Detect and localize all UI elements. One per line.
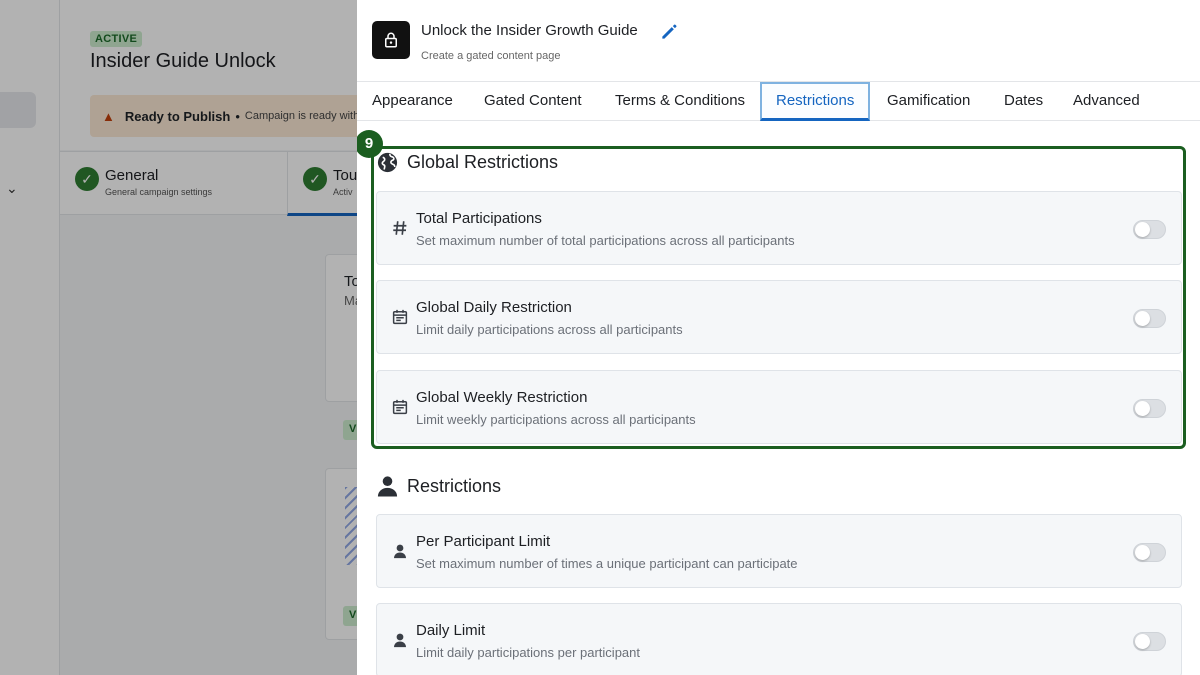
total-participations-toggle[interactable]: [1133, 220, 1166, 239]
restriction-row-per-participant: Per Participant Limit Set maximum number…: [376, 514, 1182, 588]
tab-terms-conditions[interactable]: Terms & Conditions: [615, 82, 745, 121]
tab-appearance[interactable]: Appearance: [372, 82, 453, 121]
toggle-knob: [1135, 311, 1150, 326]
edit-icon[interactable]: [659, 22, 679, 42]
restriction-title: Daily Limit: [416, 622, 486, 639]
globe-icon: [377, 152, 398, 173]
toggle-knob: [1135, 545, 1150, 560]
lock-icon: [372, 21, 410, 59]
restriction-title: Global Weekly Restriction: [416, 389, 588, 406]
restriction-description: Set maximum number of total participatio…: [416, 233, 795, 248]
toggle-knob: [1135, 222, 1150, 237]
restriction-row-global-weekly: Global Weekly Restriction Limit weekly p…: [376, 370, 1182, 444]
restriction-row-total-participations: Total Participations Set maximum number …: [376, 191, 1182, 265]
restriction-row-global-daily: Global Daily Restriction Limit daily par…: [376, 280, 1182, 354]
restriction-title: Global Daily Restriction: [416, 299, 572, 316]
section-title-text: Restrictions: [407, 475, 502, 496]
restriction-row-daily-limit: Daily Limit Limit daily participations p…: [376, 603, 1182, 675]
calendar-icon: [392, 309, 408, 325]
global-weekly-toggle[interactable]: [1133, 399, 1166, 418]
toggle-knob: [1135, 634, 1150, 649]
tab-restrictions[interactable]: Restrictions: [760, 82, 871, 121]
calendar-icon: [392, 399, 408, 415]
person-icon: [394, 544, 406, 559]
person-icon: [377, 476, 398, 497]
drawer-title: Unlock the Insider Growth Guide: [421, 22, 638, 39]
daily-limit-toggle[interactable]: [1133, 632, 1166, 651]
global-restrictions-heading: Global Restrictions: [376, 151, 558, 174]
hash-icon: [393, 221, 407, 235]
restriction-title: Total Participations: [416, 210, 542, 227]
drawer-header: Unlock the Insider Growth Guide Create a…: [357, 0, 1200, 82]
tab-gamification[interactable]: Gamification: [887, 82, 970, 121]
person-icon: [394, 633, 406, 648]
drawer-subtitle: Create a gated content page: [421, 50, 561, 62]
restrictions-heading: Restrictions: [376, 474, 501, 498]
tab-bar: Appearance Gated Content Terms & Conditi…: [357, 82, 1200, 121]
restriction-description: Limit daily participations across all pa…: [416, 322, 683, 337]
tab-advanced[interactable]: Advanced: [1073, 82, 1140, 121]
global-daily-toggle[interactable]: [1133, 309, 1166, 328]
restriction-description: Limit daily participations per participa…: [416, 645, 640, 660]
restriction-description: Limit weekly participations across all p…: [416, 412, 696, 427]
restriction-title: Per Participant Limit: [416, 533, 551, 550]
settings-drawer: Unlock the Insider Growth Guide Create a…: [357, 0, 1200, 675]
tab-gated-content[interactable]: Gated Content: [484, 82, 582, 121]
section-title-text: Global Restrictions: [407, 152, 559, 172]
per-participant-toggle[interactable]: [1133, 543, 1166, 562]
toggle-knob: [1135, 401, 1150, 416]
tab-dates[interactable]: Dates: [1004, 82, 1043, 121]
restriction-description: Set maximum number of times a unique par…: [416, 556, 798, 571]
